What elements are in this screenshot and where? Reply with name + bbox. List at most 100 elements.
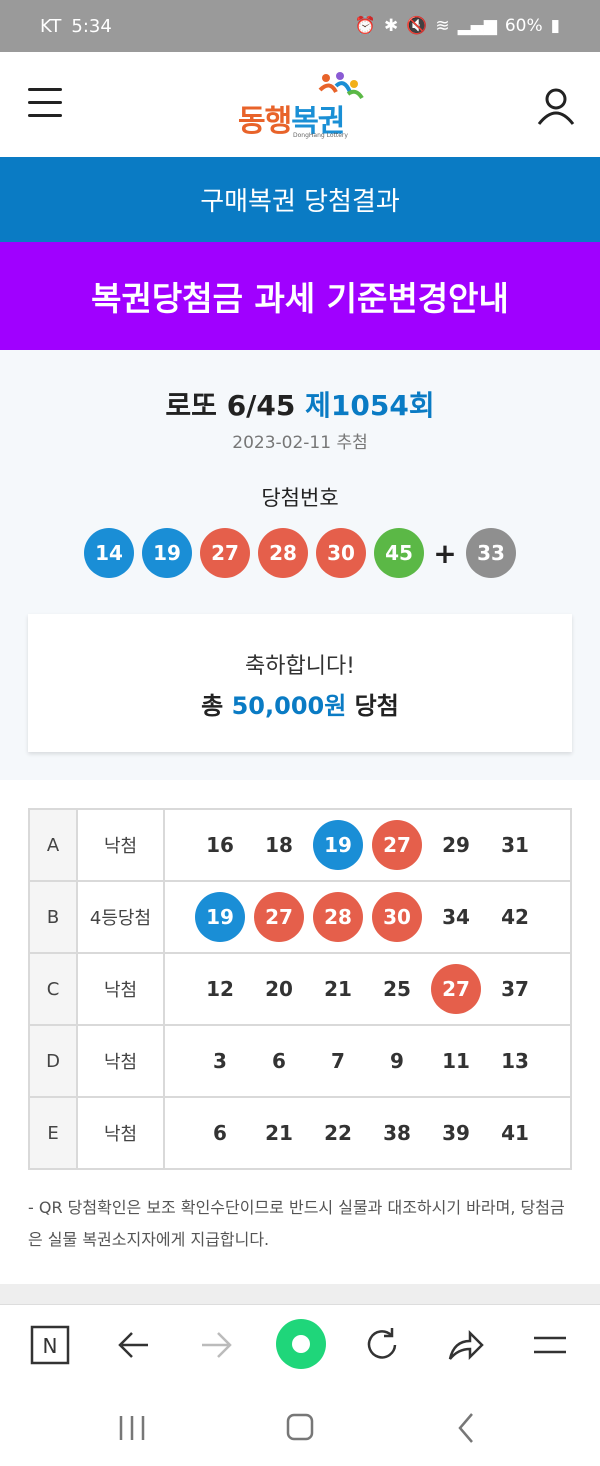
winning-numbers-label: 당첨번호 xyxy=(261,486,339,510)
donghang-logo[interactable]: 동행복권 DongHang Lottery xyxy=(238,70,364,140)
ticket-row: E 낙첨 6 21 22 38 39 41 xyxy=(28,1096,572,1170)
ticket-letter: D xyxy=(28,1024,78,1098)
ticket-number: 41 xyxy=(501,1121,529,1145)
bluetooth-icon: ✱ xyxy=(383,16,399,36)
ticket-number: 9 xyxy=(390,1049,404,1073)
ticket-number: 7 xyxy=(331,1049,345,1073)
prize-amount: 50,000원 xyxy=(231,692,347,720)
round-title: 로또 6/45 제1054회 xyxy=(165,389,435,422)
ticket-number: 16 xyxy=(206,833,234,857)
ticket-number: 29 xyxy=(442,833,470,857)
winning-ball: 27 xyxy=(200,528,250,578)
ticket-result: 낙첨 xyxy=(76,1096,165,1170)
ticket-number: 31 xyxy=(501,833,529,857)
matched-number-ball: 19 xyxy=(195,892,245,942)
ticket-result: 4등당첨 xyxy=(76,880,165,954)
clock: 5:34 xyxy=(71,15,112,37)
winning-ball: 28 xyxy=(258,528,308,578)
ticket-number: 22 xyxy=(324,1121,352,1145)
naver-n-icon[interactable]: N xyxy=(28,1323,72,1367)
ticket-number: 6 xyxy=(272,1049,286,1073)
alarm-icon: ⏰ xyxy=(354,16,376,36)
back-arrow-icon[interactable] xyxy=(112,1323,156,1367)
system-nav-bar xyxy=(0,1388,600,1466)
matched-number-ball: 27 xyxy=(254,892,304,942)
ticket-letter: A xyxy=(28,808,78,882)
ticket-number: 11 xyxy=(442,1049,470,1073)
ticket-number: 20 xyxy=(265,977,293,1001)
winning-numbers: 14 19 27 28 30 45 +33 xyxy=(84,528,524,578)
share-icon[interactable] xyxy=(444,1323,488,1367)
ticket-letter: C xyxy=(28,952,78,1026)
ticket-number: 38 xyxy=(383,1121,411,1145)
ticket-number: 18 xyxy=(265,833,293,857)
forward-arrow-icon[interactable] xyxy=(194,1323,238,1367)
carrier: KT xyxy=(40,15,62,37)
mute-icon: 🔇 xyxy=(406,16,428,36)
matched-number-ball: 28 xyxy=(313,892,363,942)
congrats-message: 축하합니다! xyxy=(244,654,356,679)
divider xyxy=(0,1284,600,1304)
ticket-result: 낙첨 xyxy=(76,952,165,1026)
header: 동행복권 DongHang Lottery xyxy=(0,52,600,157)
recent-apps-icon[interactable] xyxy=(112,1410,152,1446)
plus-sign: + xyxy=(433,536,457,570)
refresh-icon[interactable] xyxy=(360,1323,404,1367)
draw-date: 2023-02-11 추첨 xyxy=(232,433,368,453)
battery-text: 60% xyxy=(504,16,543,36)
ticket-number: 39 xyxy=(442,1121,470,1145)
matched-number-ball: 19 xyxy=(313,820,363,870)
ticket-numbers: 19 27 28 30 34 42 xyxy=(163,880,572,954)
ticket-number: 13 xyxy=(501,1049,529,1073)
wifi-icon: ≋ xyxy=(435,16,450,36)
ticket-number: 12 xyxy=(206,977,234,1001)
green-dot-icon[interactable] xyxy=(274,1317,328,1371)
menu-icon[interactable] xyxy=(528,1323,572,1367)
battery-icon: ▮ xyxy=(550,16,560,36)
winning-ball: 30 xyxy=(316,528,366,578)
ticket-numbers: 3 6 7 9 11 13 xyxy=(163,1024,572,1098)
matched-number-ball: 27 xyxy=(431,964,481,1014)
ticket-number: 6 xyxy=(213,1121,227,1145)
matched-number-ball: 30 xyxy=(372,892,422,942)
ticket-numbers: 6 21 22 38 39 41 xyxy=(163,1096,572,1170)
ticket-number: 25 xyxy=(383,977,411,1001)
hamburger-menu-icon[interactable] xyxy=(28,88,62,118)
round-number: 제1054회 xyxy=(305,389,435,422)
ticket-letter: E xyxy=(28,1096,78,1170)
logo-subtitle: DongHang Lottery xyxy=(293,132,348,139)
ticket-row: B 4등당첨 19 27 28 30 34 42 xyxy=(28,880,572,954)
ticket-row: C 낙첨 12 20 21 25 27 37 xyxy=(28,952,572,1026)
ticket-letter: B xyxy=(28,880,78,954)
ticket-numbers: 16 18 19 27 29 31 xyxy=(163,808,572,882)
svg-text:N: N xyxy=(43,1334,58,1358)
ticket-number: 34 xyxy=(442,905,470,929)
draw-result-section: 로또 6/45 제1054회 2023-02-11 추첨 당첨번호 14 19 27… xyxy=(0,350,600,780)
status-bar: KT 5:34 ⏰ ✱ 🔇 ≋ ▂▄▆ 60% ▮ xyxy=(0,0,600,52)
back-icon[interactable] xyxy=(448,1410,488,1446)
winning-ball: 45 xyxy=(374,528,424,578)
notice-text: - QR 당첨확인은 보조 확인수단이므로 반드시 실물과 대조하시기 바라며,… xyxy=(28,1198,565,1249)
prize-line: 총 50,000원 당첨 xyxy=(201,692,399,720)
home-icon[interactable] xyxy=(280,1410,320,1446)
ticket-result: 낙첨 xyxy=(76,808,165,882)
ticket-row: A 낙첨 16 18 19 27 29 31 xyxy=(28,808,572,882)
ticket-number: 21 xyxy=(324,977,352,1001)
ticket-number: 3 xyxy=(213,1049,227,1073)
ticket-table: A 낙첨 16 18 19 27 29 31 B 4등당첨 19 27 28 30 34 42 C 낙첨 12 20 2… xyxy=(28,808,572,1170)
ticket-number: 21 xyxy=(265,1121,293,1145)
ticket-number: 42 xyxy=(501,905,529,929)
winning-ball: 14 xyxy=(84,528,134,578)
matched-number-ball: 27 xyxy=(372,820,422,870)
ticket-number: 37 xyxy=(501,977,529,1001)
winning-ball: 19 xyxy=(142,528,192,578)
signal-icon: ▂▄▆ xyxy=(457,16,497,36)
tax-notice-banner[interactable]: 복권당첨금 과세 기준변경안내 xyxy=(0,242,600,350)
user-profile-icon[interactable] xyxy=(536,86,576,126)
purchase-result-banner[interactable]: 구매복권 당첨결과 xyxy=(0,157,600,242)
ticket-result: 낙첨 xyxy=(76,1024,165,1098)
browser-toolbar: N xyxy=(0,1304,600,1388)
bonus-ball: 33 xyxy=(466,528,516,578)
ticket-numbers: 12 20 21 25 27 37 xyxy=(163,952,572,1026)
congrats-box: 축하합니다! 총 50,000원 당첨 xyxy=(28,614,572,752)
